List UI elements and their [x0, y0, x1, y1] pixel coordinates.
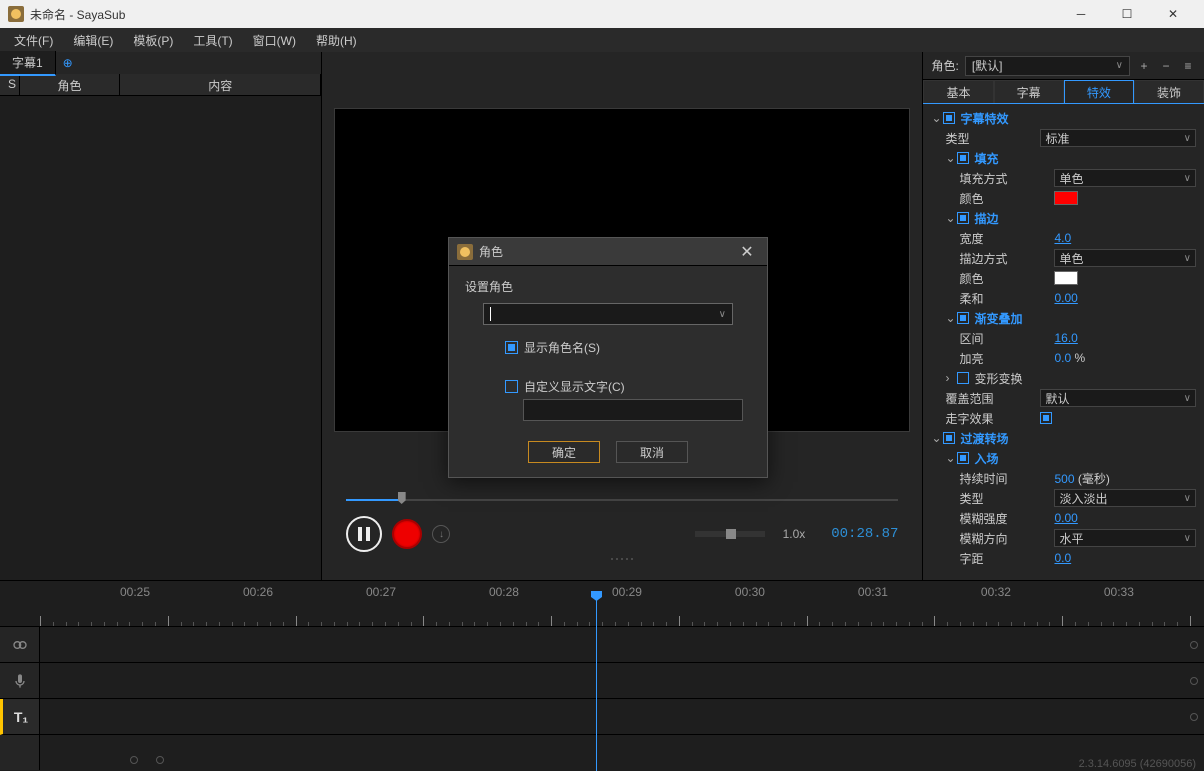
show-name-checkbox[interactable] — [505, 341, 518, 354]
show-name-label: 显示角色名(S) — [524, 339, 600, 356]
custom-text-input[interactable] — [523, 399, 743, 421]
role-name-combo[interactable]: ∨ — [483, 303, 733, 325]
cancel-button[interactable]: 取消 — [616, 441, 688, 463]
custom-text-label: 自定义显示文字(C) — [524, 378, 625, 395]
dialog-overlay: 角色 ✕ 设置角色 ∨ 显示角色名(S) 自定义显示文字(C) 确定 取消 — [0, 0, 1204, 770]
dialog-title: 角色 — [479, 243, 735, 260]
set-role-label: 设置角色 — [465, 278, 751, 295]
role-dialog: 角色 ✕ 设置角色 ∨ 显示角色名(S) 自定义显示文字(C) 确定 取消 — [448, 237, 768, 478]
dialog-icon — [457, 244, 473, 260]
ok-button[interactable]: 确定 — [528, 441, 600, 463]
dialog-close-button[interactable]: ✕ — [735, 240, 759, 264]
custom-text-checkbox[interactable] — [505, 380, 518, 393]
